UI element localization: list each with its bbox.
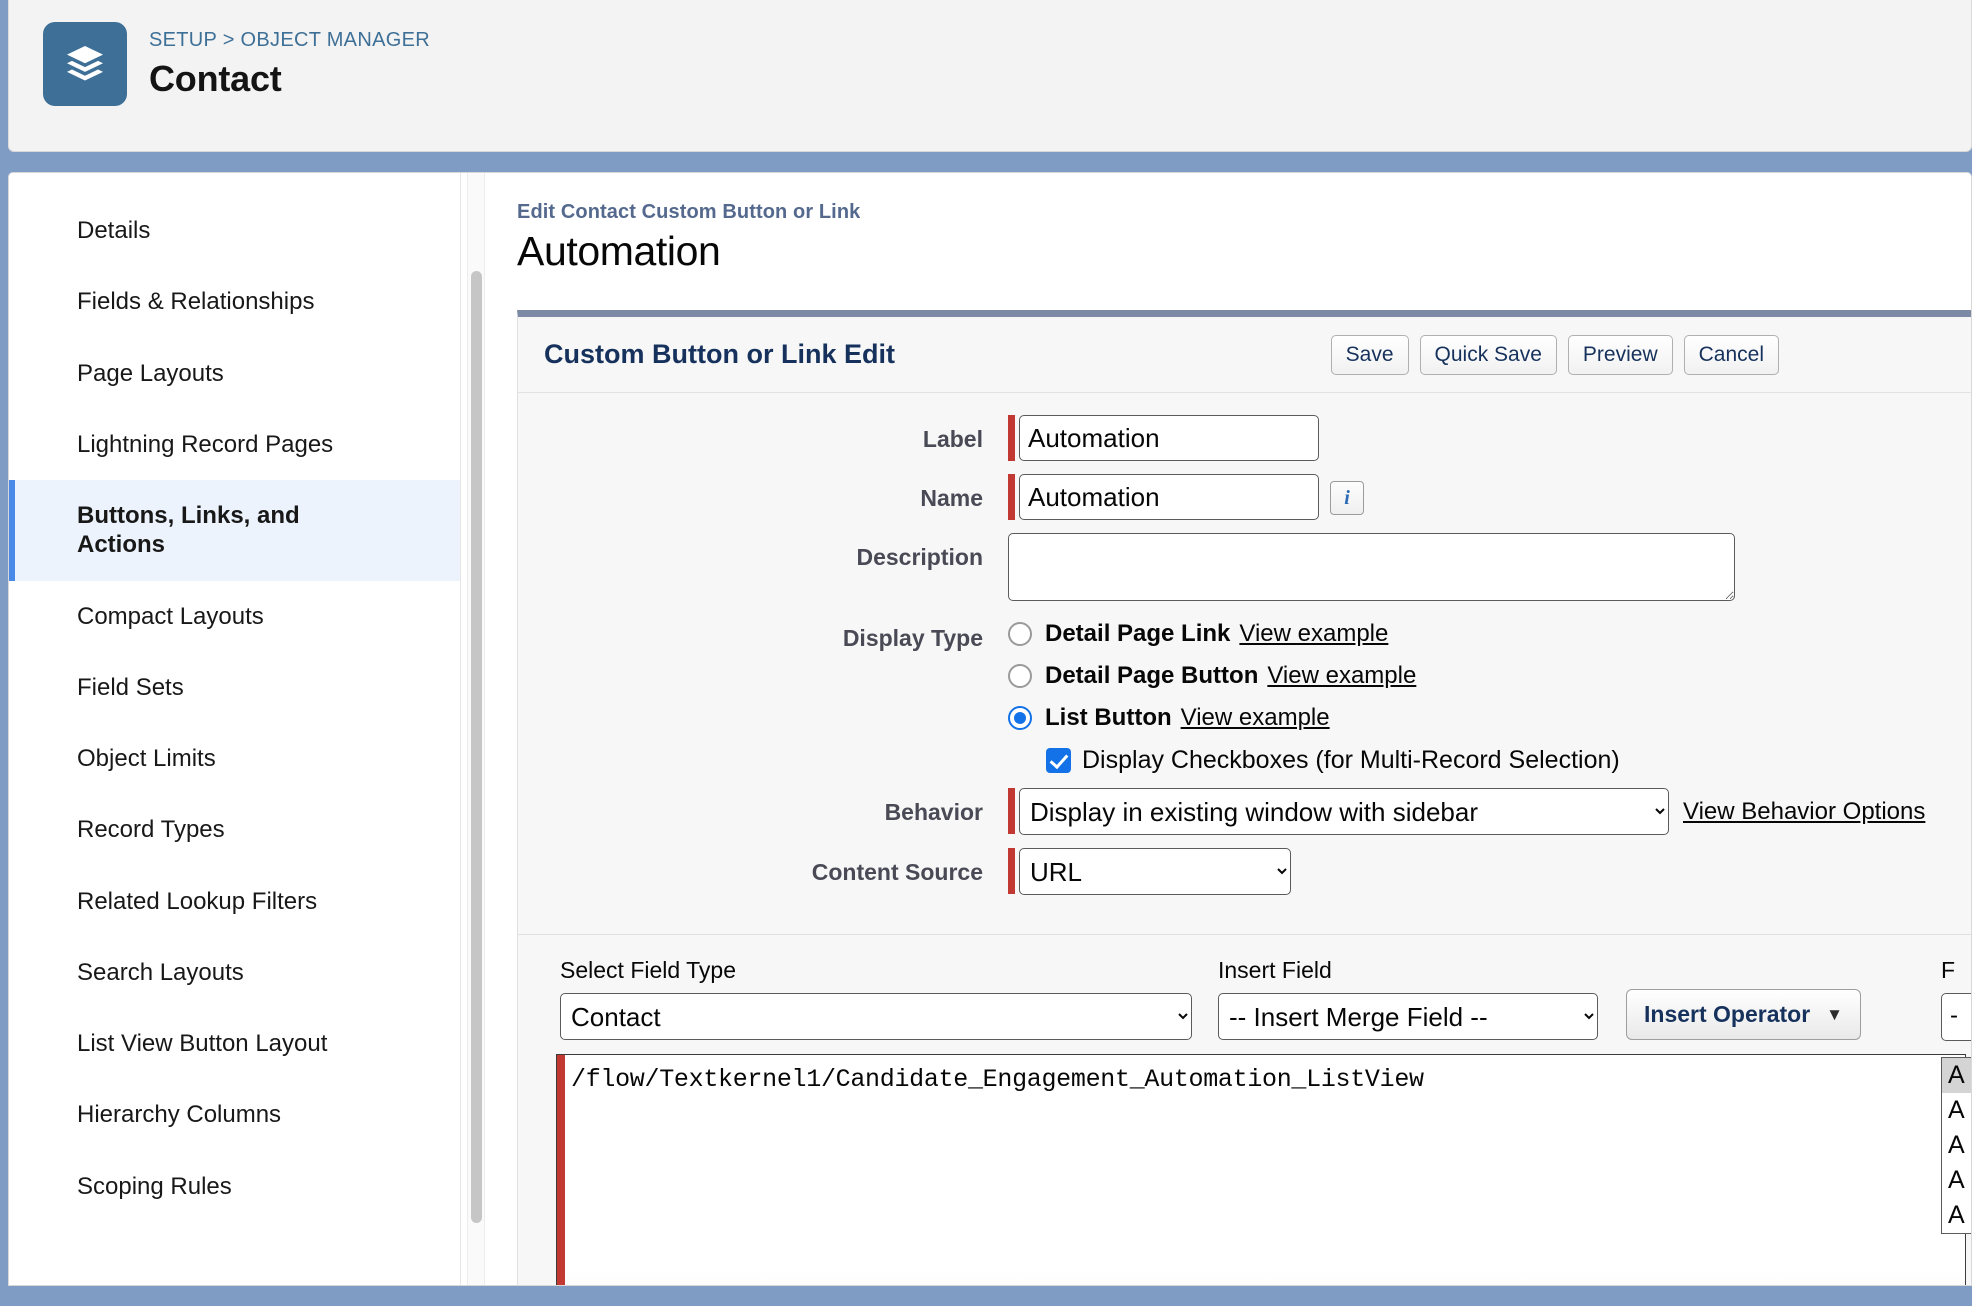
content-source-select[interactable]: URL (1019, 848, 1291, 895)
radio-list-button[interactable]: List Button View example (1008, 704, 1620, 732)
required-marker (1008, 415, 1015, 461)
functions-panel-label: F (1941, 957, 1956, 983)
cancel-button[interactable]: Cancel (1683, 334, 1779, 375)
insert-field-label: Insert Field (1218, 957, 1332, 983)
chevron-down-icon: ▼ (1826, 1004, 1843, 1024)
display-type-row: Display Type Detail Page Link View examp… (518, 614, 1971, 775)
content-source-row: Content Source URL (518, 848, 1971, 895)
list-item[interactable]: A (1942, 1198, 1971, 1233)
formula-code-editor[interactable]: /flow/Textkernel1/Candidate_Engagement_A… (556, 1054, 1966, 1285)
edit-form: Label Name i (518, 393, 1971, 934)
required-marker (1008, 788, 1015, 834)
required-marker (1008, 474, 1015, 520)
radio-icon-selected[interactable] (1008, 706, 1032, 730)
label-row: Label (518, 415, 1971, 461)
record-kicker: Edit Contact Custom Button or Link (517, 201, 861, 223)
info-icon[interactable]: i (1330, 481, 1364, 515)
checkbox-icon-checked[interactable] (1046, 748, 1071, 773)
formula-code-text[interactable]: /flow/Textkernel1/Candidate_Engagement_A… (565, 1055, 1424, 1285)
formula-editor-section: Select Field Type Contact Insert Field -… (518, 934, 1971, 1285)
display-checkboxes-row[interactable]: Display Checkboxes (for Multi-Record Sel… (1046, 746, 1620, 775)
insert-field-select[interactable]: -- Insert Merge Field -- (1218, 993, 1598, 1040)
layers-stack-icon (43, 22, 127, 106)
select-field-type-select[interactable]: Contact (560, 993, 1192, 1040)
name-field-label: Name (920, 485, 983, 511)
radio-label: Detail Page Link (1045, 620, 1231, 647)
sidebar-item-related-lookup-filters[interactable]: Related Lookup Filters (9, 866, 460, 937)
functions-list[interactable]: A A A A A (1941, 1057, 1971, 1234)
sidebar-item-details[interactable]: Details (9, 195, 460, 266)
radio-icon[interactable] (1008, 622, 1032, 646)
name-row: Name i (518, 474, 1971, 520)
page-title: Contact (149, 57, 282, 99)
breadcrumb: SETUP > OBJECT MANAGER (149, 29, 430, 52)
insert-field-group: Insert Field -- Insert Merge Field -- (1218, 957, 1598, 1040)
select-field-type-group: Select Field Type Contact (560, 957, 1192, 1040)
radio-icon[interactable] (1008, 664, 1032, 688)
sidebar-item-lightning-record-pages[interactable]: Lightning Record Pages (9, 409, 460, 480)
view-behavior-options-link[interactable]: View Behavior Options (1683, 798, 1925, 826)
display-type-label: Display Type (842, 625, 983, 651)
radio-detail-page-button[interactable]: Detail Page Button View example (1008, 662, 1620, 690)
sidebar-item-hierarchy-columns[interactable]: Hierarchy Columns (9, 1079, 460, 1150)
sidebar-item-record-types[interactable]: Record Types (9, 794, 460, 865)
behavior-row: Behavior Display in existing window with… (518, 788, 1971, 835)
main-scrollbar-thumb[interactable] (471, 271, 482, 1223)
panel-header: Custom Button or Link Edit Save Quick Sa… (518, 317, 1971, 393)
breadcrumb-object-manager[interactable]: OBJECT MANAGER (241, 29, 430, 51)
radio-detail-page-link[interactable]: Detail Page Link View example (1008, 620, 1620, 648)
list-item[interactable]: A (1942, 1058, 1971, 1093)
display-type-options: Detail Page Link View example Detail Pag… (1008, 614, 1620, 775)
sidebar-item-search-layouts[interactable]: Search Layouts (9, 937, 460, 1008)
preview-button[interactable]: Preview (1567, 334, 1673, 375)
view-example-link[interactable]: View example (1239, 620, 1388, 648)
required-marker (557, 1055, 565, 1285)
insert-operator-label: Insert Operator (1644, 1001, 1811, 1027)
radio-label: List Button (1045, 704, 1172, 731)
functions-category-select[interactable]: - (1941, 993, 1971, 1041)
custom-button-edit-panel: Custom Button or Link Edit Save Quick Sa… (517, 310, 1971, 1285)
content-card: Details Fields & Relationships Page Layo… (8, 172, 1972, 1286)
panel-title: Custom Button or Link Edit (544, 339, 895, 369)
quick-save-button[interactable]: Quick Save (1419, 334, 1557, 375)
content-source-label: Content Source (811, 859, 983, 885)
list-item[interactable]: A (1942, 1163, 1971, 1198)
insert-operator-button[interactable]: Insert Operator ▼ (1626, 989, 1861, 1040)
sidebar-item-page-layouts[interactable]: Page Layouts (9, 338, 460, 409)
select-field-type-label: Select Field Type (560, 957, 737, 983)
main-content: Edit Contact Custom Button or Link Autom… (489, 173, 1971, 1285)
salesforce-setup-page: SETUP > OBJECT MANAGER Contact Details F… (0, 0, 1972, 1306)
sidebar-item-list-view-button-layout[interactable]: List View Button Layout (9, 1008, 460, 1079)
sidebar-item-compact-layouts[interactable]: Compact Layouts (9, 581, 460, 652)
name-input[interactable] (1019, 474, 1319, 520)
sidebar-item-scoping-rules[interactable]: Scoping Rules (9, 1151, 460, 1222)
formula-editor-toolbar: Select Field Type Contact Insert Field -… (518, 957, 1971, 1040)
breadcrumb-setup[interactable]: SETUP (149, 29, 217, 51)
behavior-label: Behavior (884, 799, 983, 825)
panel-action-buttons: Save Quick Save Preview Cancel (1330, 334, 1779, 375)
description-field-label: Description (856, 544, 983, 570)
description-row: Description (518, 533, 1971, 601)
list-item[interactable]: A (1942, 1128, 1971, 1163)
functions-panel: F - A A A A A (1941, 957, 1971, 1234)
radio-label: Detail Page Button (1045, 662, 1259, 689)
sidebar-item-field-sets[interactable]: Field Sets (9, 652, 460, 723)
sidebar-item-object-limits[interactable]: Object Limits (9, 723, 460, 794)
view-example-link[interactable]: View example (1267, 662, 1416, 690)
breadcrumb-separator: > (222, 28, 235, 51)
list-item[interactable]: A (1942, 1093, 1971, 1128)
behavior-select[interactable]: Display in existing window with sidebar (1019, 788, 1669, 835)
display-checkboxes-label: Display Checkboxes (for Multi-Record Sel… (1082, 746, 1620, 774)
sidebar-item-fields-relationships[interactable]: Fields & Relationships (9, 266, 460, 337)
save-button[interactable]: Save (1330, 334, 1409, 375)
record-title: Automation (517, 228, 721, 274)
label-input[interactable] (1019, 415, 1319, 461)
view-example-link[interactable]: View example (1181, 704, 1330, 732)
global-header: SETUP > OBJECT MANAGER Contact (8, 0, 1972, 152)
label-field-label: Label (922, 426, 983, 452)
object-manager-sidebar: Details Fields & Relationships Page Layo… (9, 173, 461, 1285)
required-marker (1008, 848, 1015, 894)
sidebar-item-buttons-links-actions[interactable]: Buttons, Links, and Actions (9, 480, 460, 581)
description-textarea[interactable] (1008, 533, 1735, 601)
